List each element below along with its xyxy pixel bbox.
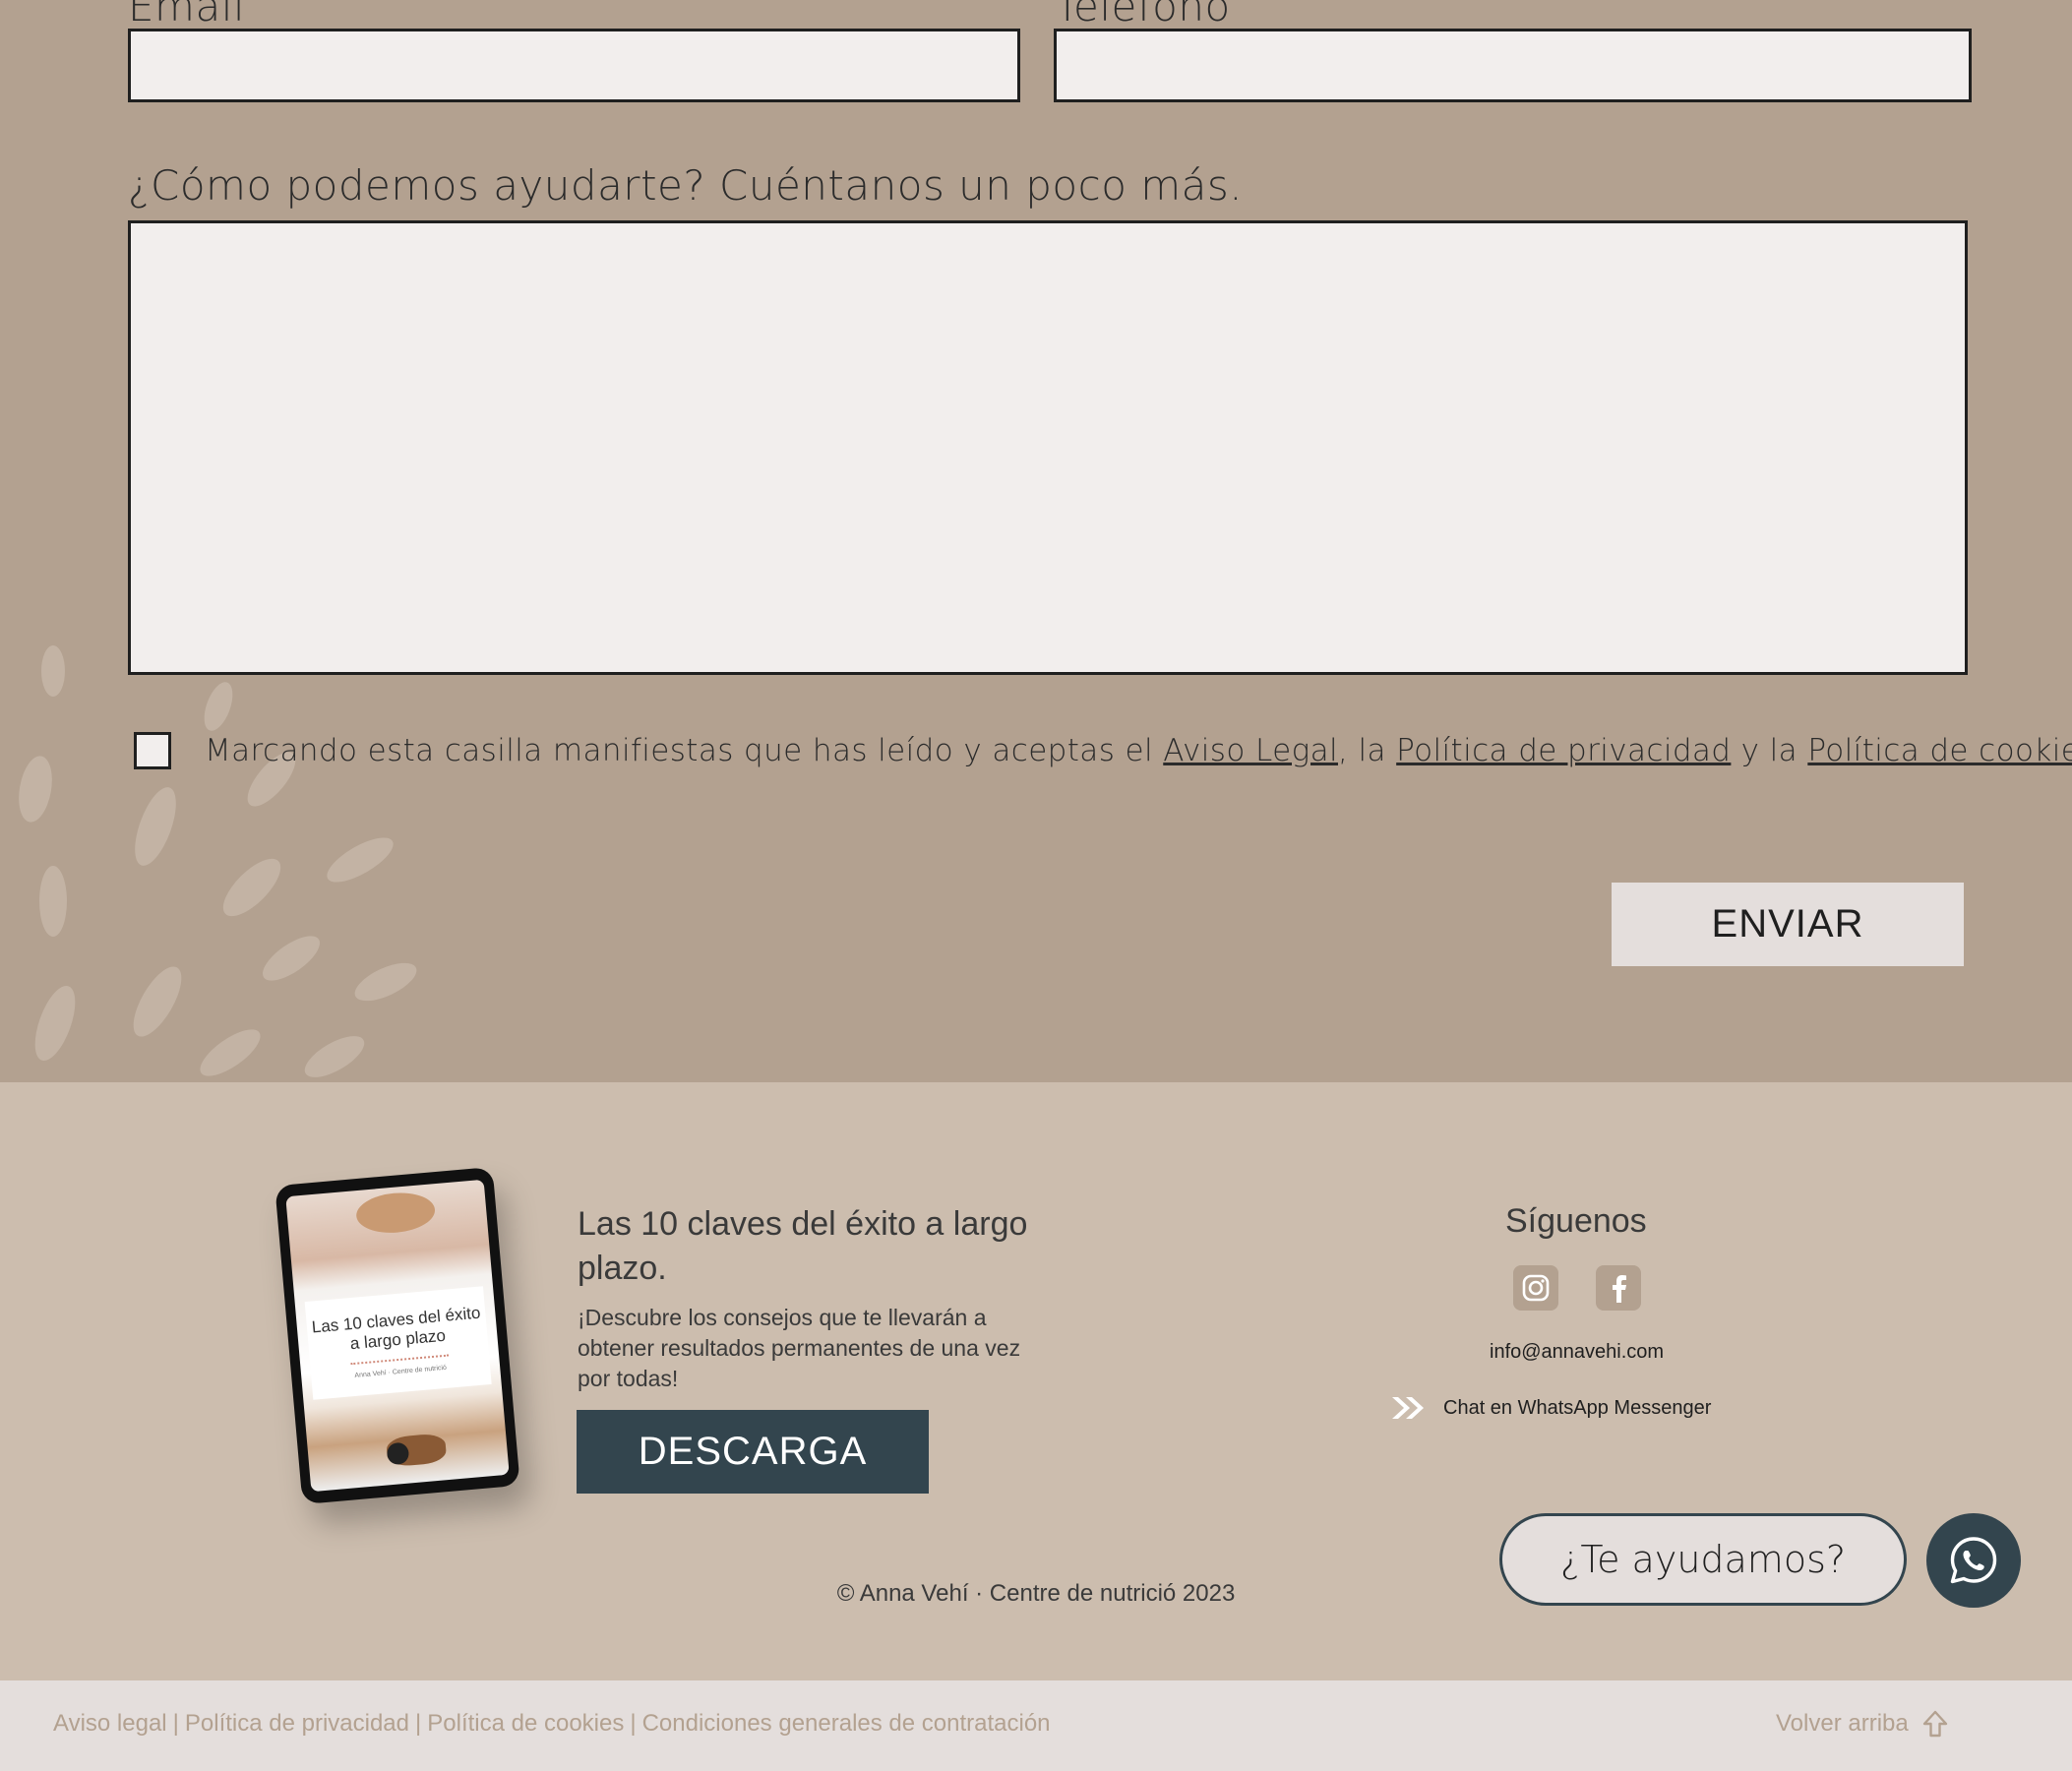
email-field[interactable] <box>128 29 1020 102</box>
instagram-icon[interactable] <box>1513 1265 1558 1311</box>
ebook-tablet-image: Las 10 claves del éxito a largo plazo An… <box>274 1166 520 1505</box>
message-textarea[interactable] <box>128 220 1968 675</box>
consent-checkbox[interactable] <box>134 732 171 769</box>
footer-link-politica-privacidad[interactable]: Política de privacidad <box>185 1710 409 1737</box>
whatsapp-chat-link[interactable]: Chat en WhatsApp Messenger <box>1390 1395 1711 1421</box>
send-button[interactable]: ENVIAR <box>1612 883 1964 966</box>
footer-link-politica-cookies[interactable]: Política de cookies <box>427 1710 624 1737</box>
contact-form-section: Email Teléfono ¿Cómo podemos ayudarte? C… <box>0 0 2072 1082</box>
back-to-top-link[interactable]: Volver arriba <box>1776 1710 1948 1738</box>
facebook-icon[interactable] <box>1596 1265 1641 1311</box>
consent-row: Marcando esta casilla manifiestas que ha… <box>134 732 2072 769</box>
link-aviso-legal[interactable]: Aviso Legal <box>1163 733 1338 768</box>
hat-illustration <box>354 1190 437 1237</box>
promo-title: Las 10 claves del éxito a largo plazo. <box>578 1205 1028 1287</box>
double-chevron-right-icon <box>1392 1397 1424 1419</box>
footer-link-condiciones[interactable]: Condiciones generales de contratación <box>642 1710 1051 1737</box>
copyright: © Anna Vehí · Centre de nutrició 2023 <box>836 1580 1236 1607</box>
link-politica-privacidad[interactable]: Política de privacidad <box>1396 733 1731 768</box>
contact-email-link[interactable]: info@annavehi.com <box>1490 1341 1664 1364</box>
tablet-title: Las 10 claves del éxito a largo plazo <box>311 1303 482 1353</box>
download-button[interactable]: DESCARGA <box>577 1410 929 1494</box>
phone-label: Teléfono <box>1055 0 1231 31</box>
follow-title: Síguenos <box>1505 1202 1647 1240</box>
decorative-leaves <box>19 645 417 1077</box>
promo-description: ¡Descubre los consejos que te llevarán a… <box>578 1305 1021 1391</box>
whatsapp-icon <box>1950 1537 1997 1584</box>
consent-text: Marcando esta casilla manifiestas que ha… <box>205 733 2072 768</box>
legal-links: Aviso legal | Política de privacidad | Polít… <box>53 1710 1051 1737</box>
back-to-top-label: Volver arriba <box>1776 1710 1909 1737</box>
footer-link-aviso-legal[interactable]: Aviso legal <box>53 1710 167 1737</box>
tablet-subtitle: Anna Vehí · Centre de nutrició <box>354 1364 448 1379</box>
arrow-up-icon <box>1922 1710 1947 1738</box>
whatsapp-chat-label: Chat en WhatsApp Messenger <box>1443 1396 1712 1419</box>
link-politica-cookies[interactable]: Política de cookies <box>1807 733 2072 768</box>
phone-field[interactable] <box>1054 29 1972 102</box>
email-label: Email <box>128 0 246 31</box>
bottom-bar: Aviso legal | Política de privacidad | Polít… <box>0 1680 2072 1771</box>
message-label: ¿Cómo podemos ayudarte? Cuéntanos un poc… <box>128 161 1244 210</box>
